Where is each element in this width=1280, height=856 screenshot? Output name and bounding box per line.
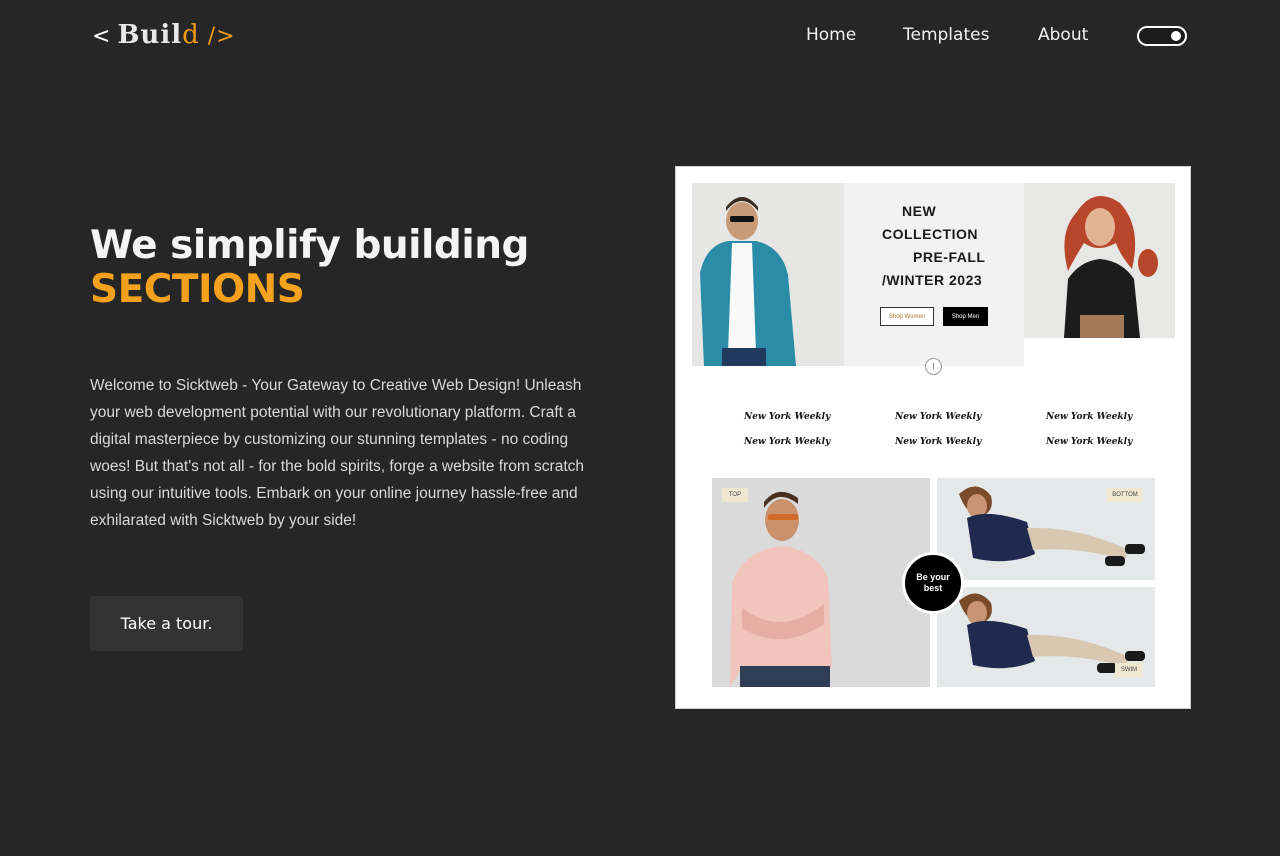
be-your-best-badge: Be your best xyxy=(902,552,964,614)
tag-bottom: BOTTOM xyxy=(1107,488,1143,502)
banner-line-3: PRE-FALL xyxy=(913,249,986,265)
theme-toggle[interactable] xyxy=(1137,26,1187,46)
site-logo[interactable]: < Buil d /> xyxy=(86,20,236,50)
model-reclining-image-2: SWIM xyxy=(937,587,1155,687)
hero-title-accent: SECTIONS xyxy=(90,267,305,312)
nav-about[interactable]: About xyxy=(1038,25,1088,45)
press-logo: New York Weekly xyxy=(1046,437,1133,447)
logo-text: Buil xyxy=(117,20,183,50)
banner-line-4: /WINTER 2023 xyxy=(882,272,983,288)
tag-swim: SWIM xyxy=(1115,663,1143,677)
logo-text-accent: d xyxy=(182,20,200,50)
shop-men-button[interactable]: Shop Men xyxy=(943,307,988,326)
banner-line-1: NEW xyxy=(902,203,937,219)
collection-banner: NEW COLLECTION PRE-FALL /WINTER 2023 Sho… xyxy=(844,183,1024,366)
nav-home[interactable]: Home xyxy=(806,25,856,45)
template-preview[interactable]: NEW COLLECTION PRE-FALL /WINTER 2023 Sho… xyxy=(675,166,1191,709)
model-denim-jacket-image xyxy=(692,183,844,366)
press-logo: New York Weekly xyxy=(895,437,982,447)
scroll-indicator-icon xyxy=(925,358,942,375)
hero-title-main: We simplify building xyxy=(90,223,529,268)
press-logo: New York Weekly xyxy=(744,412,831,422)
shop-women-button[interactable]: Shop Women xyxy=(880,307,934,326)
hero-description: Welcome to Sicktweb - Your Gateway to Cr… xyxy=(90,377,585,529)
nav-templates[interactable]: Templates xyxy=(903,25,989,45)
tag-top: TOP xyxy=(722,488,748,502)
press-logo: New York Weekly xyxy=(895,412,982,422)
logo-open-bracket: < xyxy=(92,24,112,49)
take-tour-button[interactable]: Take a tour. xyxy=(90,596,243,651)
model-reclining-image: BOTTOM xyxy=(937,478,1155,580)
hero-title: We simplify building SECTIONS xyxy=(90,224,529,312)
logo-close-bracket: /> xyxy=(207,24,236,49)
banner-line-2: COLLECTION xyxy=(882,226,978,242)
press-logo: New York Weekly xyxy=(1046,412,1133,422)
toggle-knob xyxy=(1171,31,1181,41)
model-pink-sweater-image: TOP xyxy=(712,478,930,687)
model-red-hair-image xyxy=(1024,183,1175,338)
press-logo: New York Weekly xyxy=(744,437,831,447)
